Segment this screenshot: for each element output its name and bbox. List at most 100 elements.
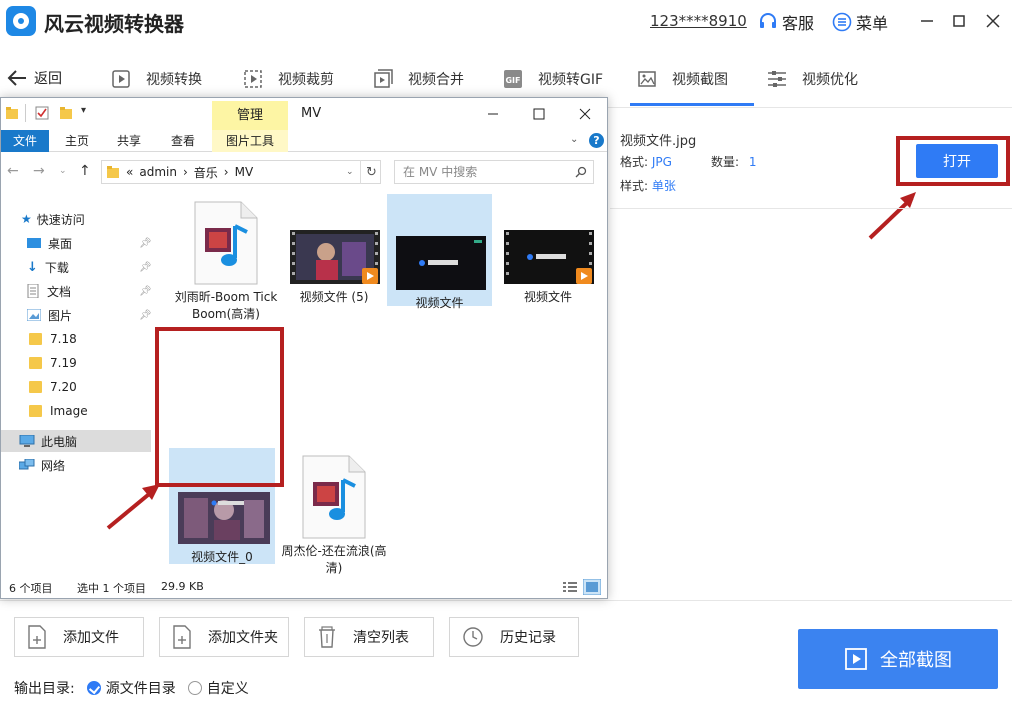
clear-list-button[interactable]: 清空列表: [304, 617, 434, 657]
tab-file[interactable]: 文件: [1, 130, 49, 152]
count-row: 数量: 1: [711, 153, 757, 170]
details-view-icon[interactable]: [563, 581, 577, 593]
explorer-title-bar: ▾ 管理 MV: [1, 98, 607, 130]
sidebar-label: 下载: [44, 260, 69, 275]
sidebar-item-quick-access[interactable]: ★ 快速访问: [1, 208, 151, 230]
folder-icon: [29, 405, 42, 417]
breadcrumb-admin[interactable]: admin: [139, 165, 177, 179]
selected-count: 选中 1 个项目: [77, 582, 146, 595]
forward-arrow-icon[interactable]: →: [33, 163, 45, 179]
tab-video-screenshot[interactable]: 视频截图: [630, 68, 754, 106]
file-explorer-window: ▾ 管理 MV 文件 主页 共享 查看 图片工具 ⌄ ? ← → ⌄ ↑ « a…: [0, 97, 608, 599]
recent-dropdown-icon[interactable]: ⌄: [59, 166, 67, 176]
sidebar-item-folder-718[interactable]: 7.18: [1, 328, 151, 350]
search-icon[interactable]: [575, 166, 587, 178]
sidebar-label: 网络: [41, 458, 66, 473]
breadcrumb-separator: ›: [223, 165, 229, 179]
help-icon[interactable]: ?: [589, 133, 604, 148]
clock-icon: [463, 627, 483, 647]
headset-icon: [760, 13, 776, 28]
tab-video-convert[interactable]: 视频转换: [110, 68, 202, 90]
chevron-down-icon[interactable]: ⌄: [346, 167, 354, 177]
pin-icon: 📌︎: [139, 237, 152, 249]
clear-list-label: 清空列表: [353, 630, 409, 646]
sidebar-item-this-pc[interactable]: 此电脑: [1, 430, 151, 452]
back-button[interactable]: 返回: [6, 68, 62, 88]
account-link[interactable]: 123****8910: [650, 12, 747, 30]
breadcrumb-mv[interactable]: MV: [235, 165, 254, 179]
add-file-icon: [28, 625, 46, 649]
back-arrow-icon[interactable]: ←: [7, 163, 19, 179]
tab-video-crop[interactable]: 视频裁剪: [242, 68, 334, 90]
svg-text:GIF: GIF: [505, 76, 520, 85]
sidebar-item-folder-719[interactable]: 7.19: [1, 352, 151, 374]
file-item[interactable]: 视频文件: [387, 194, 492, 310]
address-box[interactable]: « admin › 音乐 › MV ⌄ ↻: [101, 160, 381, 184]
history-button[interactable]: 历史记录: [449, 617, 579, 657]
file-item[interactable]: 视频文件: [495, 200, 601, 306]
customer-service-button[interactable]: 客服: [758, 10, 814, 34]
tab-video-merge[interactable]: 视频合并: [372, 68, 464, 90]
sidebar-item-pictures[interactable]: 图片 📌︎: [1, 304, 152, 326]
expand-ribbon-icon[interactable]: ⌄: [570, 134, 578, 145]
tab-video-to-gif[interactable]: GIF 视频转GIF: [502, 68, 603, 90]
up-arrow-icon[interactable]: ↑: [79, 163, 91, 179]
add-folder-button[interactable]: 添加文件夹: [159, 617, 289, 657]
app-title: 风云视频转换器: [44, 12, 184, 36]
sidebar-label: 7.20: [50, 380, 77, 394]
format-row: 格式: JPG: [620, 153, 672, 170]
file-item[interactable]: 周杰伦-还在流浪(高清): [281, 454, 387, 577]
sidebar-item-network[interactable]: 网络: [1, 454, 151, 476]
tab-home[interactable]: 主页: [57, 130, 97, 152]
close-icon[interactable]: [579, 108, 591, 120]
selected-file-highlight: [155, 327, 284, 487]
optimize-icon: [768, 71, 786, 87]
properties-icon[interactable]: [35, 106, 49, 120]
menu-button[interactable]: 菜单: [832, 10, 888, 34]
radio-source-dir[interactable]: [86, 681, 101, 695]
manage-context-tab[interactable]: 管理: [212, 101, 288, 130]
tab-view[interactable]: 查看: [163, 130, 203, 152]
format-value: JPG: [651, 155, 672, 169]
capture-all-button[interactable]: 全部截图: [798, 629, 998, 689]
tab-video-optimize[interactable]: 视频优化: [766, 68, 858, 90]
option-source-label[interactable]: 源文件目录: [106, 678, 176, 698]
add-file-button[interactable]: 添加文件: [14, 617, 144, 657]
sidebar-label: 7.19: [50, 356, 77, 370]
open-button[interactable]: 打开: [916, 144, 998, 178]
minimize-icon[interactable]: [918, 12, 936, 30]
sidebar-item-desktop[interactable]: 桌面 📌︎: [1, 232, 152, 254]
large-icons-view-icon[interactable]: [583, 579, 601, 595]
option-custom-label[interactable]: 自定义: [207, 678, 249, 698]
app-logo-icon: [6, 6, 36, 36]
folder-icon: [29, 357, 42, 369]
maximize-icon[interactable]: [950, 12, 968, 30]
refresh-icon[interactable]: ↻: [366, 165, 377, 180]
search-input[interactable]: 在 MV 中搜索: [394, 160, 594, 184]
sidebar-item-folder-image[interactable]: Image: [1, 400, 151, 422]
radio-custom-dir[interactable]: [187, 681, 202, 695]
tab-label: 视频转GIF: [538, 72, 604, 88]
file-item[interactable]: 视频文件 (5): [281, 200, 387, 306]
selected-size: 29.9 KB: [161, 580, 204, 593]
new-folder-icon[interactable]: [59, 106, 73, 120]
screenshot-icon: [638, 71, 656, 87]
sidebar-item-documents[interactable]: 文档 📌︎: [1, 280, 152, 302]
breadcrumb-overflow[interactable]: «: [126, 165, 133, 179]
network-icon: [19, 458, 35, 469]
minimize-icon[interactable]: [487, 108, 499, 120]
title-bar: 风云视频转换器 123****8910 客服 菜单: [0, 0, 1012, 44]
tab-picture-tools[interactable]: 图片工具: [212, 130, 288, 152]
folder-icon: [6, 107, 18, 119]
tab-share[interactable]: 共享: [109, 130, 149, 152]
chevron-down-icon[interactable]: ▾: [81, 105, 86, 116]
arrow-left-icon: [7, 70, 26, 86]
close-icon[interactable]: [984, 12, 1002, 30]
sidebar-item-downloads[interactable]: ↓ 下载 📌︎: [1, 256, 152, 278]
tab-label: 视频优化: [802, 72, 858, 88]
file-item[interactable]: 刘雨昕-Boom Tick Boom(高清): [173, 200, 279, 323]
file-name: 周杰伦-还在流浪(高清): [281, 544, 387, 575]
sidebar-item-folder-720[interactable]: 7.20: [1, 376, 151, 398]
breadcrumb-music[interactable]: 音乐: [194, 164, 218, 181]
maximize-icon[interactable]: [533, 108, 545, 120]
